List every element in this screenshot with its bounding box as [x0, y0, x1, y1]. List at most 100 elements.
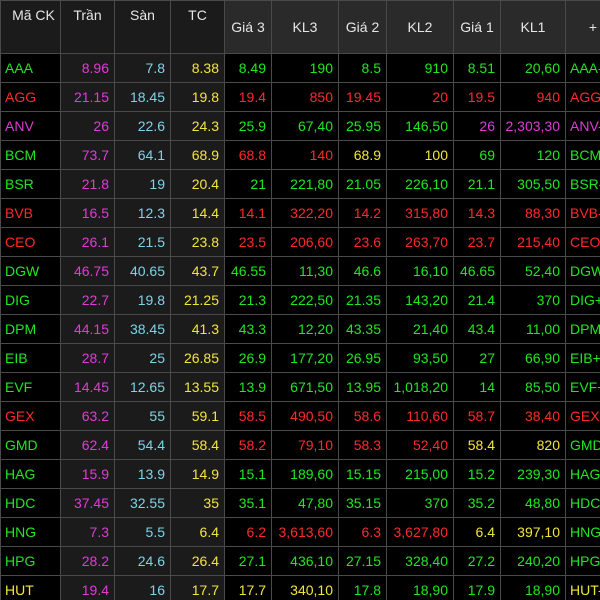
cell-symbol-repeat[interactable]: AAA-: [565, 53, 600, 83]
cell-bid3-price: 27.1: [224, 546, 272, 576]
header-bid3-volume[interactable]: KL3: [271, 0, 339, 54]
cell-symbol[interactable]: CEO: [0, 227, 61, 257]
cell-bid1-price: 26: [453, 111, 501, 141]
table-row[interactable]: GMD 62.4 54.4 58.4 58.2 79,10 58.3 52,40…: [0, 430, 600, 460]
table-row[interactable]: BCM 73.7 64.1 68.9 68.8 140 68.9 100 69 …: [0, 140, 600, 170]
cell-symbol[interactable]: BVB: [0, 198, 61, 228]
price-board-table: Mã CK Trần Sàn TC Giá 3 KL3 Giá 2 KL2 Gi…: [0, 0, 600, 600]
cell-symbol-repeat[interactable]: DIG+: [565, 285, 600, 315]
table-row[interactable]: EIB 28.7 25 26.85 26.9 177,20 26.95 93,5…: [0, 343, 600, 373]
cell-bid1-price: 58.4: [453, 430, 501, 460]
cell-symbol-repeat[interactable]: AGG: [565, 82, 600, 112]
table-row[interactable]: BSR 21.8 19 20.4 21 221,80 21.05 226,10 …: [0, 169, 600, 199]
header-bid1-volume[interactable]: KL1: [500, 0, 566, 54]
cell-symbol-repeat[interactable]: BVB-: [565, 198, 600, 228]
cell-symbol-repeat[interactable]: HNG: [565, 517, 600, 547]
cell-symbol-repeat[interactable]: ANV-: [565, 111, 600, 141]
table-row[interactable]: DGW 46.75 40.65 43.7 46.55 11,30 46.6 16…: [0, 256, 600, 286]
table-row[interactable]: CEO 26.1 21.5 23.8 23.5 206,60 23.6 263,…: [0, 227, 600, 257]
cell-symbol[interactable]: DPM: [0, 314, 61, 344]
header-extra[interactable]: +: [565, 0, 600, 54]
cell-bid3-volume: 221,80: [271, 169, 339, 199]
cell-symbol[interactable]: AGG: [0, 82, 61, 112]
table-row[interactable]: DPM 44.15 38.45 41.3 43.3 12,20 43.35 21…: [0, 314, 600, 344]
table-row[interactable]: HUT 19.4 16 17.7 17.7 340,10 17.8 18,90 …: [0, 575, 600, 600]
cell-symbol[interactable]: DGW: [0, 256, 61, 286]
cell-symbol-repeat[interactable]: EVF+: [565, 372, 600, 402]
header-floor[interactable]: Sàn: [114, 0, 171, 54]
cell-symbol-repeat[interactable]: HPG: [565, 546, 600, 576]
cell-bid3-volume: 671,50: [271, 372, 339, 402]
header-bid2-price[interactable]: Giá 2: [338, 0, 387, 54]
header-bid1-price[interactable]: Giá 1: [453, 0, 501, 54]
cell-symbol-repeat[interactable]: CEO: [565, 227, 600, 257]
cell-symbol[interactable]: HDC: [0, 488, 61, 518]
cell-reference: 13.55: [170, 372, 225, 402]
cell-bid1-volume: 85,50: [500, 372, 566, 402]
cell-bid3-price: 17.7: [224, 575, 272, 600]
header-reference[interactable]: TC: [170, 0, 225, 54]
cell-bid2-price: 8.5: [338, 53, 387, 83]
cell-floor: 55: [114, 401, 171, 431]
table-row[interactable]: BVB 16.5 12.3 14.4 14.1 322,20 14.2 315,…: [0, 198, 600, 228]
header-ceiling[interactable]: Trần: [60, 0, 115, 54]
table-row[interactable]: EVF 14.45 12.65 13.55 13.9 671,50 13.95 …: [0, 372, 600, 402]
table-row[interactable]: HNG 7.3 5.5 6.4 6.2 3,613,60 6.3 3,627,8…: [0, 517, 600, 547]
cell-bid3-volume: 67,40: [271, 111, 339, 141]
cell-bid1-volume: 239,30: [500, 459, 566, 489]
cell-symbol-repeat[interactable]: DGW: [565, 256, 600, 286]
cell-symbol[interactable]: HNG: [0, 517, 61, 547]
header-symbol[interactable]: Mã CK: [0, 0, 61, 54]
cell-bid1-price: 69: [453, 140, 501, 170]
cell-reference: 68.9: [170, 140, 225, 170]
cell-bid2-volume: 21,40: [386, 314, 454, 344]
cell-symbol[interactable]: ANV: [0, 111, 61, 141]
cell-reference: 14.9: [170, 459, 225, 489]
cell-symbol-repeat[interactable]: HAG: [565, 459, 600, 489]
cell-symbol[interactable]: EIB: [0, 343, 61, 373]
cell-symbol-repeat[interactable]: HUT-: [565, 575, 600, 600]
cell-symbol[interactable]: BSR: [0, 169, 61, 199]
table-row[interactable]: GEX 63.2 55 59.1 58.5 490,50 58.6 110,60…: [0, 401, 600, 431]
cell-symbol-repeat[interactable]: EIB+: [565, 343, 600, 373]
cell-symbol-repeat[interactable]: HDC: [565, 488, 600, 518]
table-row[interactable]: DIG 22.7 19.8 21.25 21.3 222,50 21.35 14…: [0, 285, 600, 315]
cell-symbol[interactable]: HAG: [0, 459, 61, 489]
header-bid3-price[interactable]: Giá 3: [224, 0, 272, 54]
cell-bid2-volume: 52,40: [386, 430, 454, 460]
cell-symbol[interactable]: GMD: [0, 430, 61, 460]
cell-symbol[interactable]: HPG: [0, 546, 61, 576]
cell-reference: 35: [170, 488, 225, 518]
table-row[interactable]: HPG 28.2 24.6 26.4 27.1 436,10 27.15 328…: [0, 546, 600, 576]
cell-symbol[interactable]: GEX: [0, 401, 61, 431]
cell-symbol[interactable]: BCM: [0, 140, 61, 170]
cell-bid2-volume: 910: [386, 53, 454, 83]
cell-bid2-price: 68.9: [338, 140, 387, 170]
cell-symbol[interactable]: HUT: [0, 575, 61, 600]
cell-reference: 24.3: [170, 111, 225, 141]
cell-floor: 12.65: [114, 372, 171, 402]
table-row[interactable]: AGG 21.15 18.45 19.8 19.4 850 19.45 20 1…: [0, 82, 600, 112]
cell-symbol-repeat[interactable]: BSR-: [565, 169, 600, 199]
cell-bid3-price: 15.1: [224, 459, 272, 489]
cell-ceiling: 14.45: [60, 372, 115, 402]
cell-symbol-repeat[interactable]: BCM: [565, 140, 600, 170]
cell-symbol-repeat[interactable]: GEX-: [565, 401, 600, 431]
cell-symbol[interactable]: DIG: [0, 285, 61, 315]
cell-bid1-volume: 20,60: [500, 53, 566, 83]
cell-symbol-repeat[interactable]: GMD: [565, 430, 600, 460]
cell-symbol[interactable]: EVF: [0, 372, 61, 402]
cell-symbol[interactable]: AAA: [0, 53, 61, 83]
cell-ceiling: 21.8: [60, 169, 115, 199]
cell-bid2-volume: 110,60: [386, 401, 454, 431]
table-row[interactable]: HAG 15.9 13.9 14.9 15.1 189,60 15.15 215…: [0, 459, 600, 489]
cell-bid3-price: 58.2: [224, 430, 272, 460]
cell-bid3-price: 14.1: [224, 198, 272, 228]
table-row[interactable]: AAA 8.96 7.8 8.38 8.49 190 8.5 910 8.51 …: [0, 53, 600, 83]
cell-bid1-volume: 2,303,30: [500, 111, 566, 141]
cell-reference: 21.25: [170, 285, 225, 315]
cell-symbol-repeat[interactable]: DPM: [565, 314, 600, 344]
table-row[interactable]: HDC 37.45 32.55 35 35.1 47,80 35.15 370 …: [0, 488, 600, 518]
header-bid2-volume[interactable]: KL2: [386, 0, 454, 54]
table-row[interactable]: ANV 26 22.6 24.3 25.9 67,40 25.95 146,50…: [0, 111, 600, 141]
